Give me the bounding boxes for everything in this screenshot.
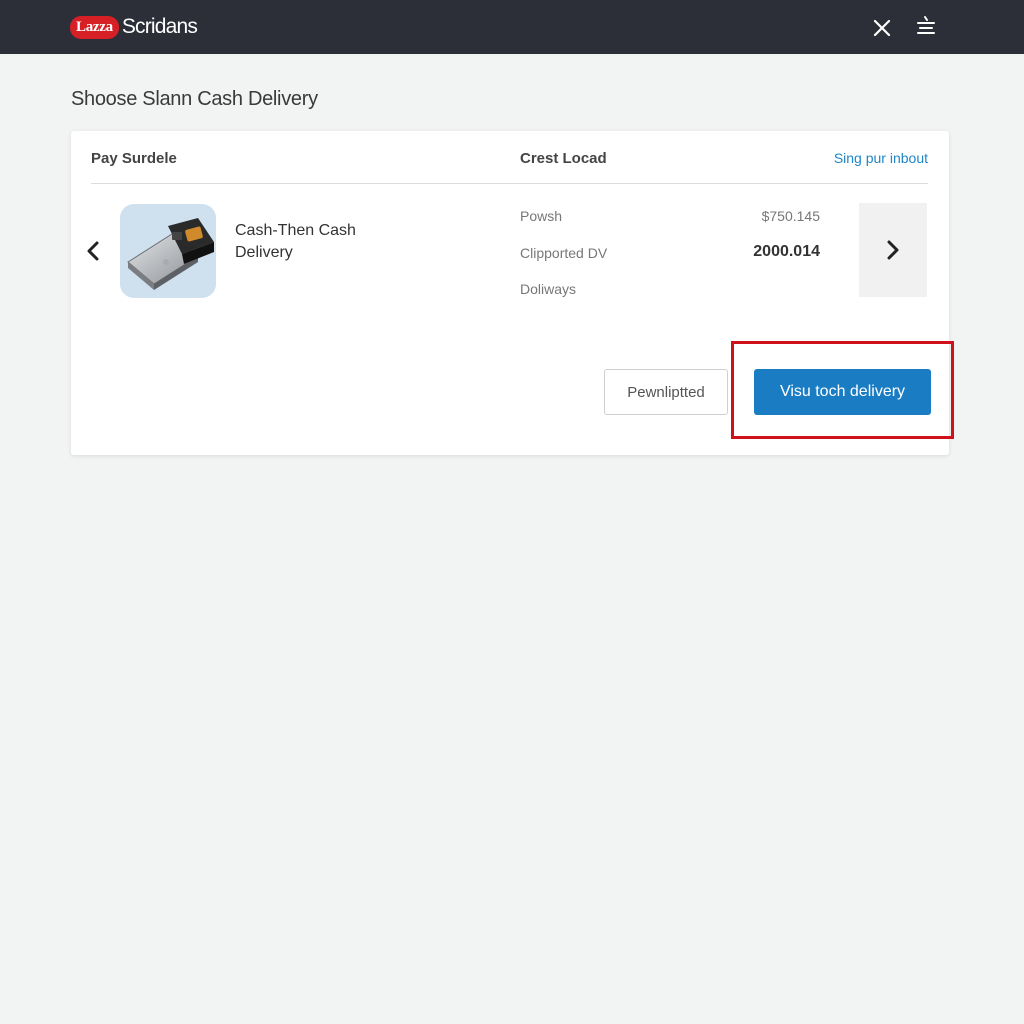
header-location-label: Crest Locad [520, 150, 607, 167]
top-bar: Lazza Scridans [0, 0, 1024, 54]
header-link[interactable]: Sing pur inbout [834, 150, 928, 166]
product-name: Cash-Then Cash Delivery [235, 222, 356, 261]
page-title: Shoose Slann Cash Delivery [71, 88, 318, 110]
menu-icon [917, 16, 935, 34]
close-icon [873, 19, 891, 37]
detail-value-clipported: 2000.014 [753, 243, 820, 260]
prev-button[interactable] [81, 237, 105, 265]
next-button[interactable] [859, 203, 927, 297]
detail-label-clipported: Clipported DV [520, 245, 608, 261]
chevron-left-icon [87, 241, 99, 261]
logo-text: Scridans [121, 15, 198, 38]
secondary-button[interactable]: Pewnliptted [604, 369, 728, 415]
logo[interactable]: Lazza Scridans [70, 12, 198, 42]
header-pay-label: Pay Surdele [91, 150, 177, 167]
highlight-box [731, 341, 954, 439]
menu-button[interactable] [910, 10, 942, 42]
product-image [120, 204, 216, 298]
card-header: Pay Surdele Crest Locad Sing pur inbout [91, 131, 928, 184]
detail-label-doliways: Doliways [520, 281, 577, 297]
detail-label-powsh: Powsh [520, 208, 563, 224]
close-button[interactable] [868, 14, 896, 42]
detail-value-powsh: $750.145 [761, 208, 820, 224]
device-image [127, 218, 214, 290]
logo-badge: Lazza [70, 15, 119, 39]
chevron-right-icon [887, 240, 899, 260]
